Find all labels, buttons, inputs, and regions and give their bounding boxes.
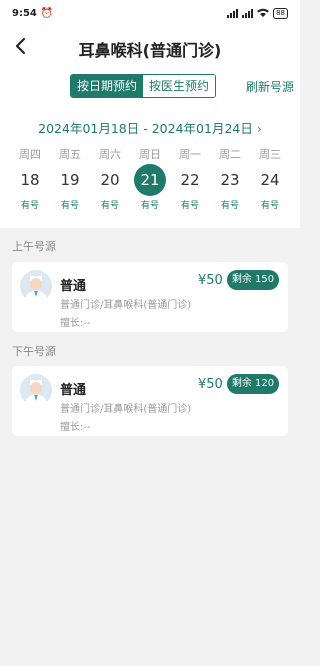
day-date: 24 xyxy=(260,171,280,189)
afternoon-slot-card[interactable]: 普通 普通门诊/耳鼻喉科(普通门诊) 擅长:-- ¥50 剩余 120 xyxy=(12,366,288,436)
date-range-text: 2024年01月18日 - 2024年01月24日 xyxy=(38,121,253,136)
slot-name: 普通 xyxy=(60,279,87,294)
wifi-icon xyxy=(257,8,270,19)
remaining-badge[interactable]: 剩余 150 xyxy=(227,270,279,290)
day-item[interactable]: 周六 20 有号 xyxy=(92,146,128,211)
day-item[interactable]: 周五 19 有号 xyxy=(52,146,88,211)
day-availability: 有号 xyxy=(260,201,279,211)
page-title: 耳鼻喉科(普通门诊) xyxy=(78,41,222,60)
day-date: 23 xyxy=(220,171,240,189)
battery-icon: 88 xyxy=(273,7,288,19)
day-weekday: 周一 xyxy=(179,148,201,161)
day-weekday: 周二 xyxy=(219,148,241,161)
status-bar: 9:54 ⏰ 88 xyxy=(0,0,300,26)
day-date: 22 xyxy=(180,171,200,189)
day-availability: 有号 xyxy=(60,201,79,211)
day-availability: 有号 xyxy=(140,201,159,211)
morning-slot-card[interactable]: 普通 普通门诊/耳鼻喉科(普通门诊) 擅长:-- ¥50 剩余 150 xyxy=(12,262,288,332)
date-range[interactable]: 2024年01月18日 - 2024年01月24日 › xyxy=(0,118,300,137)
day-weekday: 周六 xyxy=(99,148,121,161)
day-date: 21 xyxy=(134,164,166,196)
day-availability: 有号 xyxy=(100,201,119,211)
slot-department: 普通门诊/耳鼻喉科(普通门诊) xyxy=(60,300,192,311)
slot-name: 普通 xyxy=(60,383,87,398)
day-availability: 有号 xyxy=(20,201,39,211)
slot-specialty: 擅长:-- xyxy=(60,422,91,433)
day-item[interactable]: 周日 21 有号 xyxy=(132,146,168,211)
slot-department: 普通门诊/耳鼻喉科(普通门诊) xyxy=(60,404,192,415)
signal-icon xyxy=(227,8,239,18)
status-icons: 88 xyxy=(227,7,288,19)
day-item[interactable]: 周四 18 有号 xyxy=(12,146,48,211)
refresh-button[interactable]: 刷新号源 xyxy=(246,78,294,95)
day-weekday: 周五 xyxy=(59,148,81,161)
day-date: 20 xyxy=(100,171,120,189)
day-item[interactable]: 周二 23 有号 xyxy=(212,146,248,211)
day-list: 周四 18 有号 周五 19 有号 周六 20 有号 周日 21 有号 周一 22 有号 周二 23 有号 周三 24… xyxy=(12,146,288,211)
day-item[interactable]: 周一 22 有号 xyxy=(172,146,208,211)
slot-price: ¥50 xyxy=(198,273,223,288)
afternoon-label: 下午号源 xyxy=(12,345,56,358)
day-availability: 有号 xyxy=(180,201,199,211)
booking-mode-toggle: 按日期预约 按医生预约 xyxy=(70,74,217,98)
slot-price: ¥50 xyxy=(198,377,223,392)
slot-specialty: 擅长:-- xyxy=(60,318,91,329)
day-item[interactable]: 周三 24 有号 xyxy=(252,146,288,211)
signal-icon xyxy=(242,8,254,18)
tab-by-date[interactable]: 按日期预约 xyxy=(71,75,144,97)
remaining-badge[interactable]: 剩余 120 xyxy=(227,374,279,394)
status-time: 9:54 xyxy=(12,7,37,19)
morning-label: 上午号源 xyxy=(12,240,56,253)
header: 耳鼻喉科(普通门诊) xyxy=(0,26,300,68)
day-weekday: 周日 xyxy=(139,148,161,161)
day-date: 19 xyxy=(60,171,80,189)
day-weekday: 周四 xyxy=(19,148,41,161)
doctor-avatar xyxy=(20,374,52,406)
day-date: 18 xyxy=(20,171,40,189)
chevron-right-icon[interactable]: › xyxy=(257,121,262,136)
day-availability: 有号 xyxy=(220,201,239,211)
tab-by-doctor[interactable]: 按医生预约 xyxy=(143,75,216,97)
alarm-icon: ⏰ xyxy=(40,7,54,19)
day-weekday: 周三 xyxy=(259,148,281,161)
date-selector-panel: 按日期预约 按医生预约 刷新号源 2024年01月18日 - 2024年01月2… xyxy=(0,68,300,228)
doctor-avatar xyxy=(20,270,52,302)
